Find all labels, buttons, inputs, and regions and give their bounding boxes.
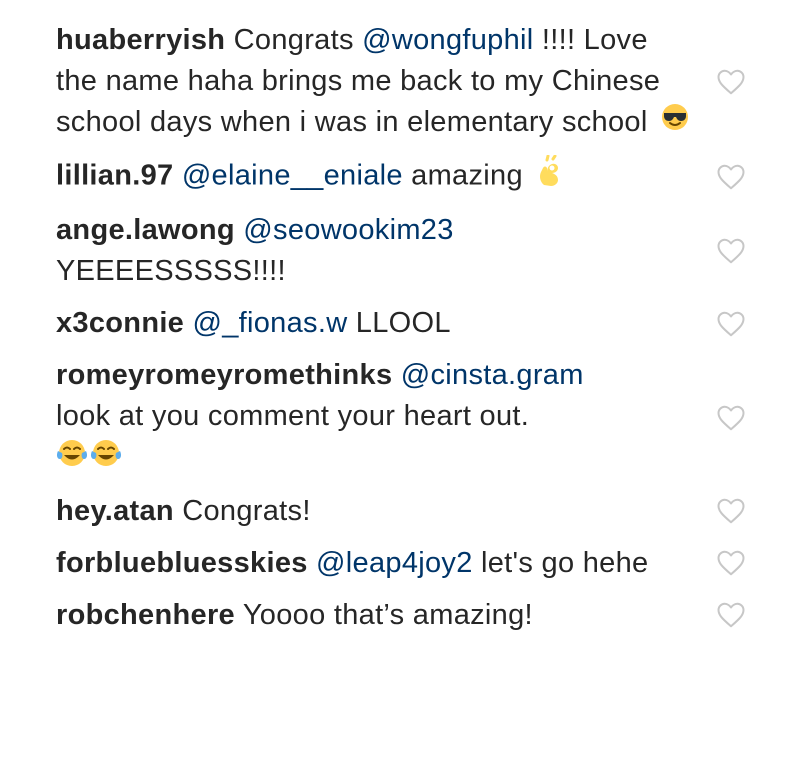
comment-text: Congrats! [182,494,311,527]
comment-username[interactable]: huaberryish [56,24,225,56]
comment-mention[interactable]: @cinsta.gram [401,359,584,391]
comment-mention[interactable]: @leap4joy2 [316,547,473,579]
comment-item: ange.lawong @seowookim23 YEEEESSSSS!!!! [0,210,800,292]
comment-text: YEEEESSSSS!!!! [56,255,286,288]
ok-hand-emoji-icon [535,154,565,199]
comment-username[interactable]: x3connie [56,307,184,339]
comment-text: look at you comment your heart out. [56,400,530,433]
heart-outline-icon[interactable] [716,68,746,96]
comment-item: forbluebluesskies @leap4joy2 let's go he… [0,543,800,584]
comment-item: x3connie @_fionas.w LLOOL [0,303,800,344]
comment-text: LLOOL [355,307,451,340]
tears-of-joy-emoji-icon [56,438,88,480]
comment-item: hey.atan Congrats! [0,491,800,532]
comment-username[interactable]: lillian.97 [56,160,173,192]
heart-outline-icon[interactable] [716,237,746,265]
comment-mention[interactable]: @wongfuphil [362,24,533,56]
heart-outline-icon[interactable] [716,601,746,629]
heart-outline-icon[interactable] [716,163,746,191]
comment-username[interactable]: hey.atan [56,495,174,527]
comment-item: romeyromeyromethinks @cinsta.gram look a… [0,355,800,479]
tears-of-joy-emoji-icon [90,438,122,480]
comment-text: Yoooo that’s amazing! [242,598,533,631]
comment-mention[interactable]: @elaine__eniale [182,160,403,192]
heart-outline-icon[interactable] [716,310,746,338]
comment-item: huaberryish Congrats @wongfuphil !!!! Lo… [0,20,800,144]
comment-mention[interactable]: @seowookim23 [243,214,453,246]
heart-outline-icon[interactable] [716,404,746,432]
comment-username[interactable]: robchenhere [56,599,235,631]
comments-list: huaberryish Congrats @wongfuphil !!!! Lo… [0,0,800,761]
heart-outline-icon[interactable] [716,549,746,577]
comment-mention[interactable]: @_fionas.w [192,307,347,339]
comment-username[interactable]: forbluebluesskies [56,547,308,579]
comment-username[interactable]: romeyromeyromethinks [56,359,392,391]
heart-outline-icon[interactable] [716,497,746,525]
sunglasses-emoji-icon [660,102,690,144]
comment-text: let's go hehe [481,546,649,579]
comment-text: amazing [411,160,523,192]
comment-text: Congrats [233,24,354,56]
comment-username[interactable]: ange.lawong [56,214,235,246]
comment-item: lillian.97 @elaine__eniale amazing [0,154,800,199]
comment-item: robchenhere Yoooo that’s amazing! [0,595,800,636]
